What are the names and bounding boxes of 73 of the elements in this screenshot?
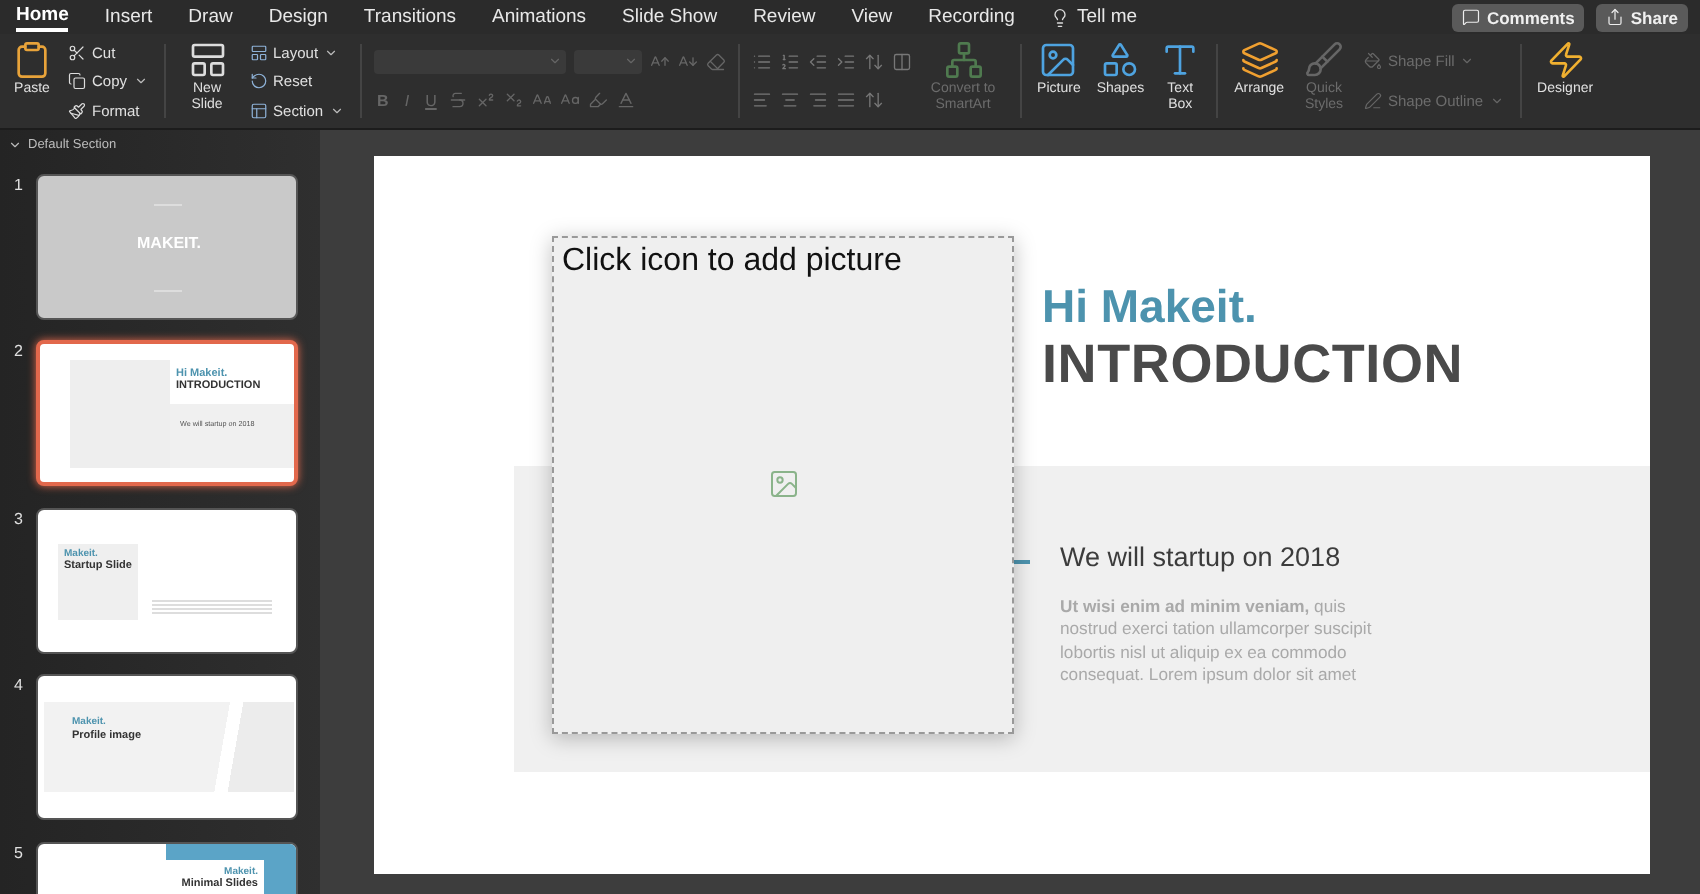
share-button[interactable]: Share [1596, 3, 1688, 31]
slide-title: INTRODUCTION [1042, 334, 1466, 394]
smartart-icon [943, 40, 984, 80]
strikethrough-icon [448, 90, 469, 111]
font-size-field[interactable] [573, 49, 642, 74]
highlighter-icon [588, 90, 609, 111]
caret-icon [324, 45, 339, 59]
ribbon-tab[interactable]: Transitions [363, 2, 457, 32]
lightbulb-icon [1050, 7, 1071, 27]
align-right-icon [807, 90, 828, 111]
slide-number: 3 [12, 507, 25, 527]
ribbon-tab[interactable]: Review [753, 2, 816, 32]
caret-icon [623, 54, 638, 69]
caret-icon [1489, 94, 1504, 109]
line-spacing-icon [863, 51, 884, 72]
outdent-icon [807, 51, 828, 72]
slide-body-text: Ut wisi enim ad minim veniam, quis nostrud exerci tation ullamcorper suscipit lobortis nisl ut aliquip ex ea commodo consequat. Lorem ipsum dolor sit amet [1060, 596, 1374, 687]
caret-icon [329, 103, 344, 117]
pen-icon [1364, 92, 1382, 111]
ribbon-tab[interactable]: Recording [928, 2, 1015, 32]
tell-me-label[interactable]: Tell me [1076, 6, 1138, 28]
slide-number: 4 [12, 674, 25, 694]
superscript-icon [476, 90, 497, 111]
columns-icon [891, 51, 912, 72]
slide-number: 2 [12, 340, 25, 360]
slide-number: 1 [12, 173, 25, 193]
justify-icon [835, 90, 856, 111]
text-direction-icon [863, 90, 884, 111]
indent-icon [835, 51, 856, 72]
eraser-icon [705, 51, 726, 72]
ribbon-tab[interactable]: Insert [104, 2, 153, 32]
picture-placeholder[interactable]: Click icon to add picture [552, 236, 1014, 734]
ribbon-tab[interactable]: View [851, 2, 893, 32]
thumbnail-text-lines [152, 599, 272, 615]
paintbrush-icon [68, 101, 86, 119]
ribbon-tab[interactable]: Animations [492, 2, 587, 32]
caret-icon [133, 74, 148, 88]
layout-icon [249, 43, 268, 61]
subscript-icon [504, 90, 525, 111]
caret-icon [547, 54, 562, 69]
ribbon-tab[interactable]: Draw [188, 2, 233, 32]
placeholder-text: Click icon to add picture [560, 242, 902, 280]
thumbnail-band [170, 404, 294, 468]
shapes-icon [1100, 40, 1141, 80]
insert-picture-icon[interactable] [767, 468, 799, 500]
scissors-icon [68, 43, 86, 61]
comments-button[interactable]: Comments [1452, 3, 1585, 31]
paint-bucket-icon [1364, 51, 1382, 70]
lightning-icon [1545, 40, 1586, 80]
caret-icon [1460, 53, 1475, 68]
align-center-icon [779, 90, 800, 111]
picture-icon [1038, 40, 1079, 80]
slide-number: 5 [12, 841, 25, 861]
layers-icon [1239, 40, 1280, 80]
share-icon [1606, 8, 1625, 26]
copy-icon [68, 72, 86, 90]
ribbon-tab[interactable]: Design [268, 2, 328, 32]
comment-icon [1462, 8, 1481, 26]
text-box-icon [1160, 40, 1201, 80]
numbering-icon [779, 51, 800, 72]
shrink-font-icon [677, 51, 698, 72]
slide-subheading: We will startup on 2018 [1060, 542, 1343, 572]
new-slide-icon [187, 40, 228, 80]
grow-font-icon [649, 51, 670, 72]
clipboard-icon [12, 40, 52, 80]
slide-accent-heading: Hi Makeit. [1042, 280, 1259, 334]
align-left-icon [751, 90, 772, 111]
section-icon [249, 101, 268, 119]
font-name-field[interactable] [373, 49, 566, 74]
brush-icon [1304, 40, 1344, 80]
ribbon-tab[interactable]: Slide Show [622, 2, 718, 32]
font-color-icon [616, 90, 637, 111]
reset-icon [249, 72, 268, 90]
